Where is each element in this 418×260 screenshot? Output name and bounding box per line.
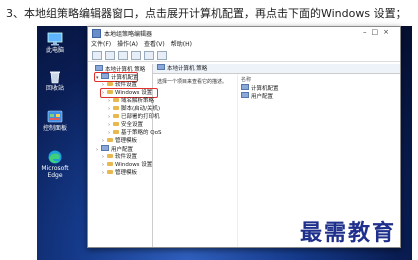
window-titlebar[interactable]: 本地组策略编辑器 –□×: [88, 27, 400, 40]
control-panel-icon: [47, 110, 63, 123]
desktop-icon-control-panel[interactable]: 控制面板: [39, 110, 71, 132]
details-header: 本地计算机 策略: [153, 64, 400, 74]
instruction-caption: 3、本地组策略编辑器窗口，点击展开计算机配置，再点击下面的Windows 设置；: [6, 7, 407, 20]
tree-node[interactable]: › 软件设置: [88, 153, 152, 161]
tree-node[interactable]: › 基于策略的 QoS: [88, 129, 161, 137]
desktop-icon-label: Microsoft Edge: [41, 165, 69, 179]
tree-node[interactable]: › 安全设置: [88, 121, 152, 129]
desktop-icon-label: 回收站: [45, 85, 64, 92]
menu-bar: 文件(F) 操作(A) 查看(V) 帮助(H): [88, 40, 400, 50]
column-header-name[interactable]: 名称: [241, 76, 251, 83]
description-text: 选择一个项目来查看它的描述。: [157, 79, 228, 85]
computer-icon: [157, 64, 165, 70]
folder-icon: [113, 114, 119, 118]
desktop-icon-edge[interactable]: Microsoft Edge: [39, 150, 71, 179]
desktop-icon-this-pc[interactable]: 此电脑: [39, 32, 71, 54]
tree-node[interactable]: › 管理模板: [88, 137, 152, 145]
user-icon: [241, 92, 249, 98]
tree-node-label: 域名解析策略: [121, 98, 155, 104]
divider: [237, 74, 238, 247]
forward-button[interactable]: [105, 51, 115, 60]
tree-node[interactable]: › 管理模板: [88, 169, 152, 177]
computer-icon: [101, 145, 109, 151]
up-button[interactable]: [118, 51, 128, 60]
desktop-icon-label: 控制面板: [42, 125, 67, 132]
tree-node[interactable]: › Windows 设置: [88, 161, 152, 169]
tree-node[interactable]: › 已部署的打印机: [88, 113, 160, 121]
folder-icon: [113, 122, 119, 126]
tree-node-label: 管理模板: [115, 138, 138, 144]
window-controls[interactable]: –□×: [363, 28, 394, 36]
monitor-icon: [47, 32, 63, 46]
window-title: 本地组策略编辑器: [104, 31, 153, 38]
app-icon: [92, 29, 101, 38]
help-button[interactable]: [157, 51, 167, 60]
folder-icon: [113, 106, 119, 110]
menu-file[interactable]: 文件(F): [91, 40, 111, 50]
desktop-icon-recycle-bin[interactable]: 回收站: [39, 70, 71, 92]
details-title: 本地计算机 策略: [167, 66, 208, 72]
folder-icon: [107, 154, 113, 158]
toolbar: [88, 50, 400, 62]
tree-node[interactable]: ▾ 计算机配置: [88, 72, 152, 82]
watermark: 最需教育: [300, 220, 397, 246]
desktop-icon-label: 此电脑: [45, 47, 64, 54]
list-item-computer-config[interactable]: 计算机配置: [241, 84, 279, 92]
tree-node-label: Windows 设置: [115, 162, 153, 168]
menu-action[interactable]: 操作(A): [117, 40, 138, 50]
tree-node-label: 安全设置: [121, 122, 144, 128]
tree-node[interactable]: › 脚本(启动/关机): [88, 105, 160, 113]
back-button[interactable]: [92, 51, 102, 60]
properties-button[interactable]: [144, 51, 154, 60]
menu-view[interactable]: 查看(V): [144, 40, 165, 50]
folder-icon: [113, 98, 119, 102]
list-item-label: 用户配置: [251, 94, 274, 100]
folder-icon: [107, 162, 113, 166]
tree-node-label: 管理模板: [115, 170, 138, 176]
folder-icon: [107, 138, 113, 142]
show-hide-tree-button[interactable]: [131, 51, 141, 60]
tree-node[interactable]: › 用户配置: [88, 145, 152, 153]
tree-node-label: 软件设置: [115, 154, 138, 160]
folder-icon: [113, 130, 119, 134]
computer-icon: [95, 65, 103, 71]
folder-icon: [107, 82, 113, 86]
navigation-tree: 本地计算机 策略 ▾ 计算机配置 › 软件设置 › Windows 设置 › 域名解析策略 › 脚本…: [88, 64, 161, 247]
list-item-user-config[interactable]: 用户配置: [241, 92, 273, 100]
tree-node[interactable]: › Windows 设置: [88, 88, 158, 98]
folder-icon: [107, 170, 113, 174]
menu-help[interactable]: 帮助(H): [171, 40, 192, 50]
computer-icon: [241, 84, 249, 90]
tree-node[interactable]: › 域名解析策略: [88, 97, 155, 105]
recycle-bin-icon: [50, 71, 60, 84]
edge-icon: [48, 150, 62, 164]
